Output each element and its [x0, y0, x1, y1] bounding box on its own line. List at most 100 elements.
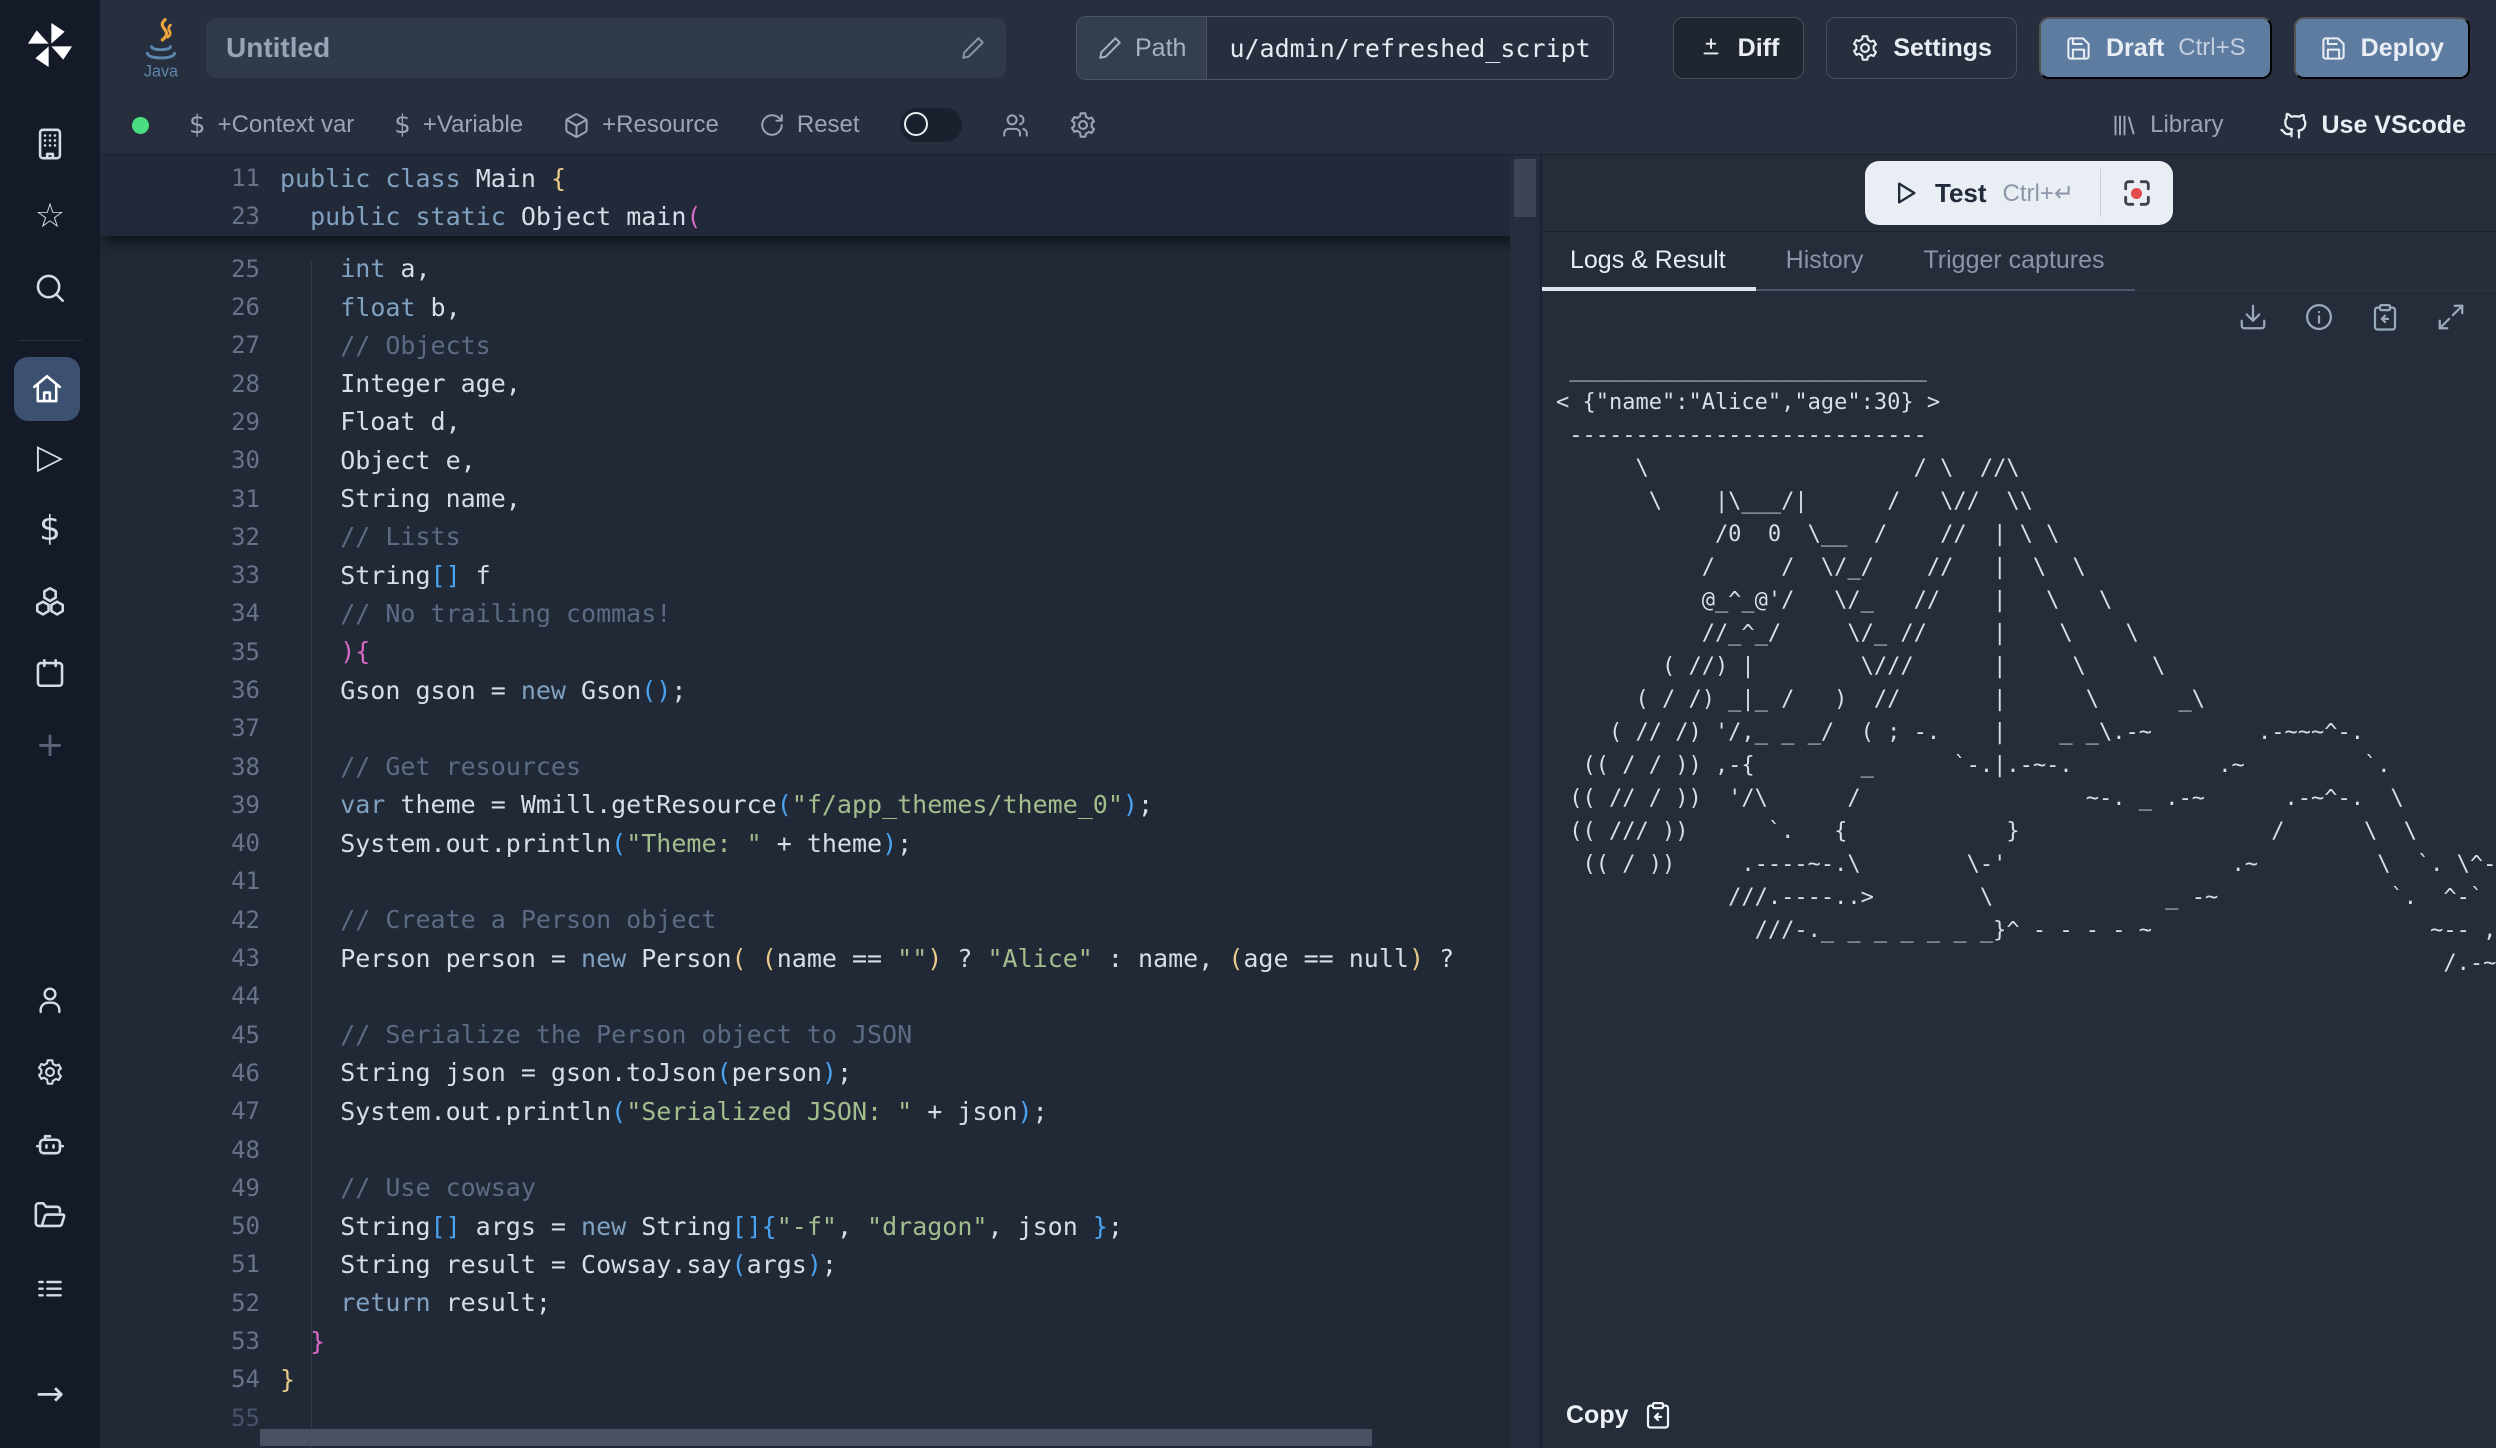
code-line-28[interactable]: 28 Integer age,: [100, 364, 1540, 402]
line-number: 37: [100, 714, 260, 742]
editor-lines[interactable]: 25 int a,26 float b,27 // Objects28 Inte…: [100, 236, 1540, 1437]
add-context-var-button[interactable]: $ +Context var: [189, 110, 354, 140]
code-editor[interactable]: 11public class Main {23 public static Ob…: [100, 155, 1540, 1448]
editor-vertical-scrollbar-thumb[interactable]: [1514, 159, 1536, 217]
code-line-46[interactable]: 46 String json = gson.toJson(person);: [100, 1054, 1540, 1092]
library-icon: [2111, 112, 2138, 139]
add-resource-button[interactable]: +Resource: [563, 111, 719, 139]
diff-button[interactable]: Diff: [1673, 17, 1805, 79]
tab-logs-result[interactable]: Logs & Result: [1542, 232, 1756, 289]
code-line-50[interactable]: 50 String[] args = new String[]{"-f", "d…: [100, 1207, 1540, 1245]
code-line-37[interactable]: 37: [100, 709, 1540, 747]
code-line-36[interactable]: 36 Gson gson = new Gson();: [100, 671, 1540, 709]
sidebar-item-person[interactable]: [14, 964, 86, 1036]
code-line-35[interactable]: 35 ){: [100, 633, 1540, 671]
sidebar-item-gear[interactable]: [14, 1036, 86, 1108]
sidebar-item-folder[interactable]: [14, 1180, 86, 1252]
code-line-32[interactable]: 32 // Lists: [100, 518, 1540, 556]
add-context-var-label: +Context var: [218, 111, 355, 139]
reset-button[interactable]: Reset: [759, 111, 860, 139]
assistant-toggle[interactable]: [900, 108, 962, 142]
test-label: Test: [1935, 178, 1987, 209]
code-line-53[interactable]: 53 }: [100, 1322, 1540, 1360]
editor-settings-button[interactable]: [1069, 111, 1097, 139]
sidebar-item-dollar[interactable]: $: [14, 493, 86, 565]
sidebar-item-plus[interactable]: +: [14, 709, 86, 781]
sidebar-item-play[interactable]: ▷: [14, 421, 86, 493]
star-icon: ☆: [35, 199, 65, 233]
code-line-38[interactable]: 38 // Get resources: [100, 747, 1540, 785]
code-line-48[interactable]: 48: [100, 1130, 1540, 1168]
sidebar-item-star[interactable]: ☆: [14, 180, 86, 252]
code-line-27[interactable]: 27 // Objects: [100, 326, 1540, 364]
edit-title-pencil-icon[interactable]: [960, 35, 986, 61]
code-line-41[interactable]: 41: [100, 862, 1540, 900]
code-line-54[interactable]: 54}: [100, 1360, 1540, 1398]
users-icon: [1002, 112, 1029, 139]
sidebar-item-cubes[interactable]: [14, 565, 86, 637]
code-line-30[interactable]: 30 Object e,: [100, 441, 1540, 479]
sidebar-footer: →: [14, 1358, 86, 1430]
code-line-44[interactable]: 44: [100, 977, 1540, 1015]
use-vscode-button[interactable]: Use VScode: [2279, 110, 2466, 140]
sidebar-item-home[interactable]: [14, 357, 80, 421]
tab-history[interactable]: History: [1756, 232, 1894, 289]
code-line-49[interactable]: 49 // Use cowsay: [100, 1169, 1540, 1207]
tab-trigger-captures[interactable]: Trigger captures: [1893, 232, 2134, 289]
library-label: Library: [2150, 111, 2223, 139]
clipboard-icon: [1643, 1400, 1673, 1430]
line-number: 36: [100, 676, 260, 704]
sidebar-item-building[interactable]: [14, 108, 86, 180]
path-group[interactable]: Path u/admin/refreshed_script: [1076, 16, 1614, 80]
code-line-43[interactable]: 43 Person person = new Person( (name == …: [100, 939, 1540, 977]
java-language-icon: Java: [138, 17, 184, 79]
deploy-button[interactable]: Deploy: [2294, 17, 2470, 79]
code-line-23[interactable]: 23 public static Object main(: [100, 197, 1540, 235]
person-icon: [34, 984, 66, 1016]
download-icon[interactable]: [2238, 302, 2268, 332]
code-line-47[interactable]: 47 System.out.println("Serialized JSON: …: [100, 1092, 1540, 1130]
code-text: Integer age,: [280, 369, 521, 398]
code-line-51[interactable]: 51 String result = Cowsay.say(args);: [100, 1245, 1540, 1283]
code-line-11[interactable]: 11public class Main {: [100, 159, 1540, 197]
draft-button[interactable]: Draft Ctrl+S: [2039, 17, 2272, 79]
code-line-31[interactable]: 31 String name,: [100, 479, 1540, 517]
home-icon: [30, 372, 64, 406]
result-output-area: ___________________________ < {"name":"A…: [1542, 343, 2496, 1394]
copy-result-button[interactable]: Copy: [1566, 1400, 2496, 1448]
line-number: 28: [100, 370, 260, 398]
sidebar-item-list[interactable]: [14, 1252, 86, 1324]
expand-icon[interactable]: [2436, 302, 2466, 332]
settings-button[interactable]: Settings: [1826, 17, 2017, 79]
code-line-39[interactable]: 39 var theme = Wmill.getResource("f/app_…: [100, 786, 1540, 824]
sidebar-item-arrow-right[interactable]: →: [14, 1358, 86, 1430]
code-line-42[interactable]: 42 // Create a Person object: [100, 901, 1540, 939]
info-icon[interactable]: [2304, 302, 2334, 332]
code-line-45[interactable]: 45 // Serialize the Person object to JSO…: [100, 1016, 1540, 1054]
editor-vertical-scrollbar[interactable]: [1510, 155, 1540, 1448]
add-variable-button[interactable]: $ +Variable: [394, 110, 523, 140]
code-text: // Create a Person object: [280, 905, 717, 934]
script-title-input[interactable]: Untitled: [206, 18, 1006, 78]
code-line-34[interactable]: 34 // No trailing commas!: [100, 594, 1540, 632]
code-text: System.out.println("Serialized JSON: " +…: [280, 1097, 1048, 1126]
collaborators-button[interactable]: [1002, 112, 1029, 139]
code-line-26[interactable]: 26 float b,: [100, 288, 1540, 326]
code-line-25[interactable]: 25 int a,: [100, 250, 1540, 288]
arrow-right-icon: →: [36, 1377, 65, 1411]
code-line-29[interactable]: 29 Float d,: [100, 403, 1540, 441]
capture-run-button[interactable]: [2101, 161, 2173, 225]
code-line-40[interactable]: 40 System.out.println("Theme: " + theme)…: [100, 824, 1540, 862]
code-line-33[interactable]: 33 String[] f: [100, 556, 1540, 594]
sidebar-item-robot[interactable]: [14, 1108, 86, 1180]
code-line-52[interactable]: 52 return result;: [100, 1284, 1540, 1322]
library-button[interactable]: Library: [2111, 111, 2223, 139]
code-text: Float d,: [280, 407, 461, 436]
path-button[interactable]: Path: [1077, 17, 1207, 79]
sidebar-item-search[interactable]: [14, 252, 86, 324]
clipboard-icon[interactable]: [2370, 302, 2400, 332]
windmill-logo-icon[interactable]: [21, 16, 79, 74]
editor-horizontal-scrollbar-thumb[interactable]: [260, 1429, 1372, 1446]
test-button[interactable]: Test Ctrl+↵: [1865, 161, 2100, 225]
sidebar-item-calendar[interactable]: [14, 637, 86, 709]
